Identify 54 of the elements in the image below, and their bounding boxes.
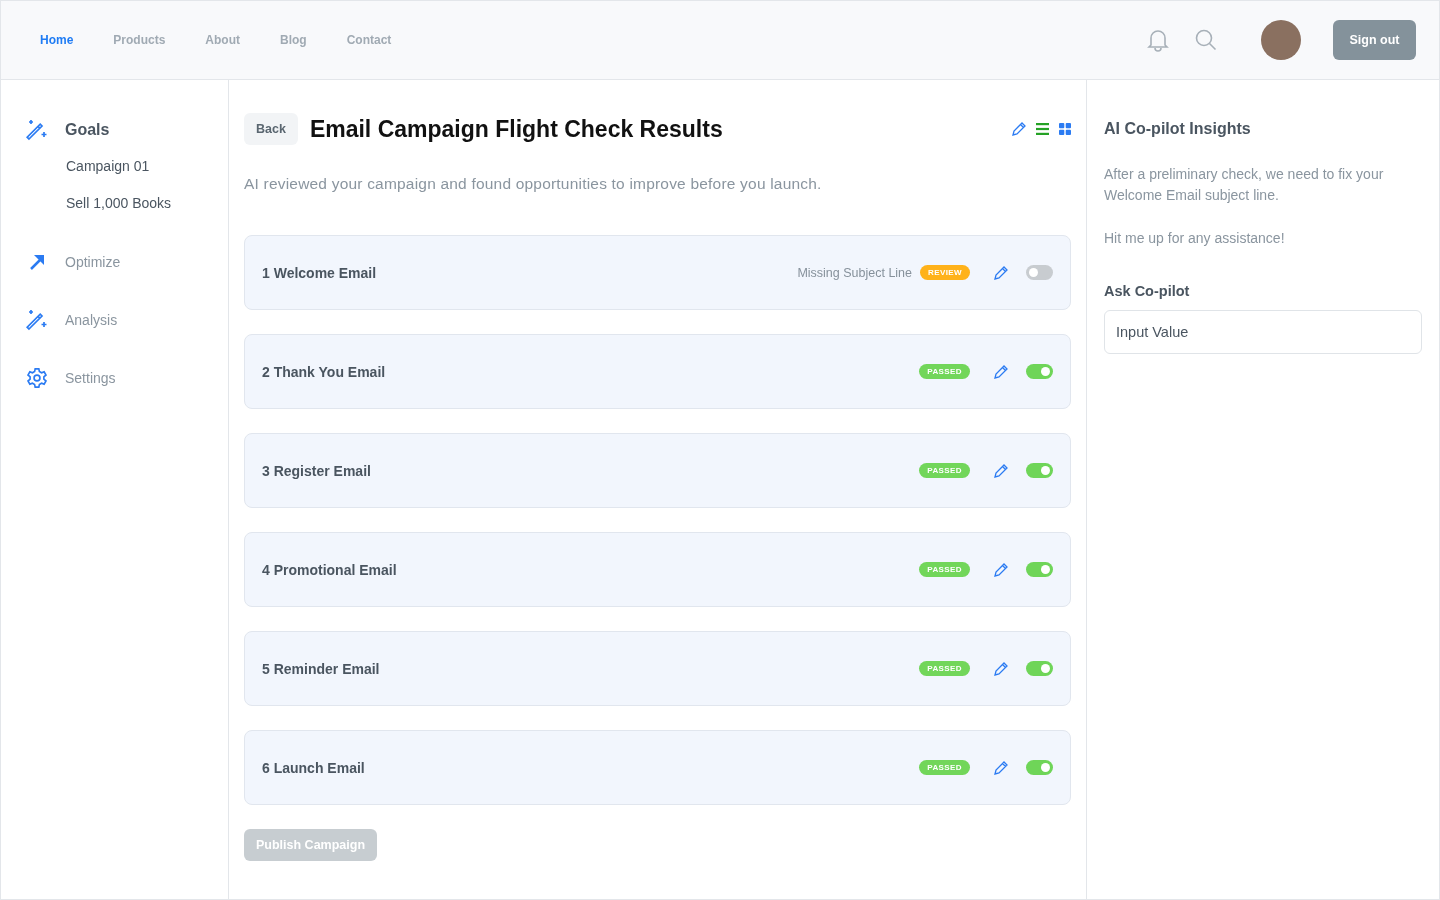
- status-badge: PASSED: [919, 463, 970, 478]
- sidebar-subitem[interactable]: Sell 1,000 Books: [66, 191, 228, 216]
- status-badge: PASSED: [919, 661, 970, 676]
- issue-text: Missing Subject Line: [797, 265, 913, 280]
- field-label: Ask Co-pilot: [1104, 283, 1191, 299]
- toggle-switch[interactable]: [1026, 562, 1053, 577]
- magic-wand-icon: [26, 119, 48, 141]
- sidebar-subitem[interactable]: Campaign 01: [66, 154, 228, 179]
- status-badge: PASSED: [919, 364, 970, 379]
- status-badge: PASSED: [919, 760, 970, 775]
- input-field[interactable]: Input Value: [1104, 310, 1422, 354]
- email-name: 4 Promotional Email: [262, 561, 398, 578]
- sidebar-item[interactable]: Goals: [26, 118, 228, 142]
- grid-icon[interactable]: [1059, 123, 1071, 135]
- sign-out-button[interactable]: Sign out: [1333, 20, 1416, 60]
- assistance-text: Hit me up for any assistance!: [1104, 229, 1286, 248]
- pencil-icon[interactable]: [994, 760, 1008, 775]
- nav-link[interactable]: Contact: [346, 33, 392, 47]
- search-icon[interactable]: [1195, 29, 1217, 51]
- pencil-icon[interactable]: [994, 463, 1008, 478]
- email-name: 2 Thank You Email: [262, 363, 387, 380]
- status-badge: REVIEW: [920, 265, 970, 280]
- sidebar-item[interactable]: Optimize: [26, 250, 228, 274]
- pencil-icon[interactable]: [994, 661, 1008, 676]
- email-name: 6 Launch Email: [262, 759, 366, 776]
- pencil-icon[interactable]: [994, 364, 1008, 379]
- nav-link[interactable]: Blog: [280, 33, 307, 47]
- settings-icon: [26, 367, 48, 389]
- bell-icon[interactable]: [1147, 28, 1169, 52]
- page-title: Email Campaign Flight Check Results: [309, 115, 724, 143]
- back-button[interactable]: Back: [244, 113, 298, 145]
- sidebar-item[interactable]: Settings: [26, 366, 228, 390]
- status-badge: PASSED: [919, 562, 970, 577]
- panel-title: AI Co-pilot Insights: [1104, 120, 1252, 138]
- insight-text: After a preliminary check, we need to fix your Welcome Email subject line.: [1104, 165, 1385, 205]
- email-name: 1 Welcome Email: [262, 264, 378, 281]
- nav-link[interactable]: Home: [40, 33, 74, 47]
- toggle-switch[interactable]: [1026, 760, 1053, 775]
- nav-link[interactable]: About: [205, 33, 240, 47]
- email-name: 3 Register Email: [262, 462, 372, 479]
- toggle-switch[interactable]: [1026, 463, 1053, 478]
- sidebar-item[interactable]: Analysis: [26, 308, 228, 332]
- pencil-icon[interactable]: [1012, 122, 1026, 136]
- list-icon[interactable]: [1036, 123, 1049, 135]
- avatar[interactable]: [1261, 20, 1301, 60]
- toggle-switch[interactable]: [1026, 364, 1053, 379]
- toggle-switch[interactable]: [1026, 265, 1053, 280]
- pencil-icon[interactable]: [994, 265, 1008, 280]
- magic-wand-icon: [26, 309, 48, 331]
- toggle-switch[interactable]: [1026, 661, 1053, 676]
- pencil-icon[interactable]: [994, 562, 1008, 577]
- subtitle: AI reviewed your campaign and found opportunities to improve before you launch.: [244, 175, 823, 193]
- nav-link[interactable]: Products: [113, 33, 166, 47]
- email-name: 5 Reminder Email: [262, 660, 381, 677]
